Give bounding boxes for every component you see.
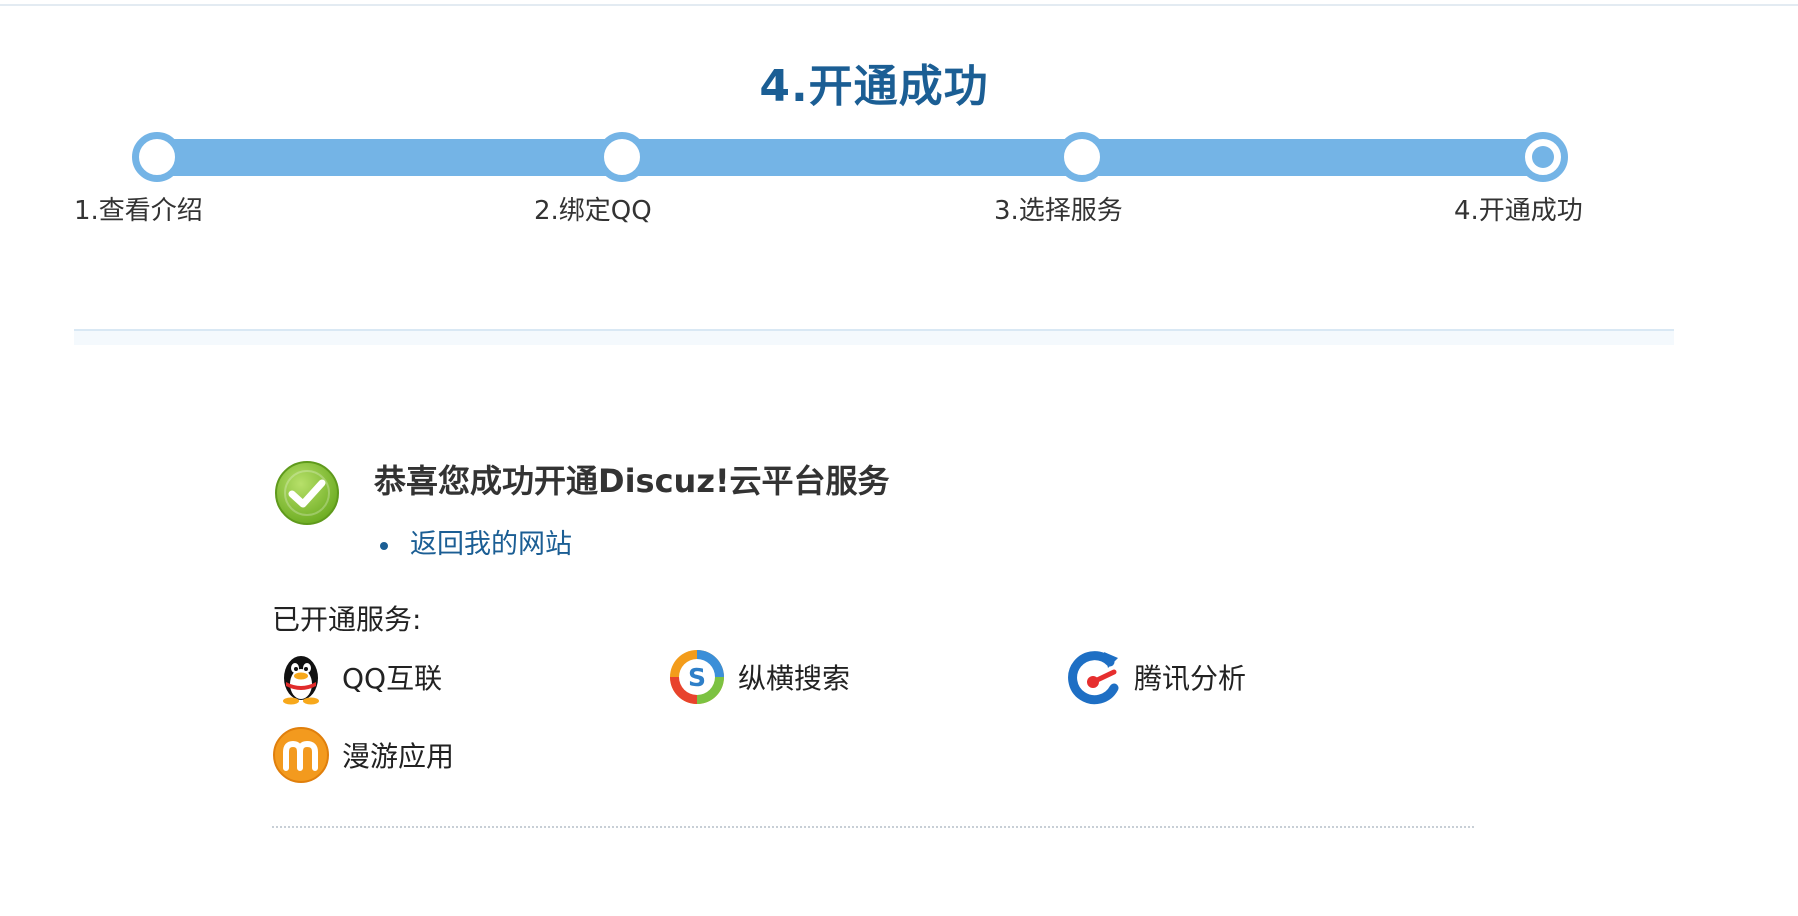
search-s-icon: S	[670, 650, 724, 704]
step-label-4: 4.开通成功	[1454, 196, 1583, 226]
step-label-3: 3.选择服务	[994, 196, 1123, 226]
service-name: 腾讯分析	[1134, 662, 1247, 695]
bottom-dotted-divider	[272, 826, 1474, 828]
service-name: 纵横搜索	[738, 662, 851, 695]
service-item-qq-connect: QQ互联	[272, 646, 442, 708]
service-item-manyou: 漫游应用	[272, 724, 454, 786]
progress-track	[150, 139, 1540, 176]
tencent-analytics-icon	[1068, 651, 1119, 705]
step-node-2	[597, 132, 647, 182]
service-name: QQ互联	[342, 662, 443, 695]
step-node-3	[1057, 132, 1107, 182]
step-node-4	[1518, 132, 1568, 182]
section-divider	[74, 329, 1674, 345]
step-label-1: 1.查看介绍	[74, 196, 203, 226]
bullet-icon	[380, 541, 388, 550]
success-check-icon	[275, 461, 339, 525]
step-label-2: 2.绑定QQ	[534, 196, 652, 226]
manyou-icon	[273, 727, 329, 783]
back-to-site-link[interactable]: 返回我的网站	[410, 529, 572, 560]
service-item-search: S 纵横搜索	[668, 646, 850, 708]
qq-penguin-icon	[283, 656, 319, 705]
enabled-services-heading: 已开通服务:	[272, 603, 422, 636]
svg-text:S: S	[688, 663, 706, 692]
service-item-tencent-analytics: 腾讯分析	[1064, 646, 1246, 708]
service-name: 漫游应用	[342, 740, 455, 773]
step-node-1	[132, 132, 182, 182]
top-border-line	[0, 4, 1798, 6]
success-message: 恭喜您成功开通Discuz!云平台服务	[374, 462, 890, 500]
back-link-row: 返回我的网站	[374, 522, 572, 561]
page-title: 4.开通成功	[759, 61, 989, 112]
